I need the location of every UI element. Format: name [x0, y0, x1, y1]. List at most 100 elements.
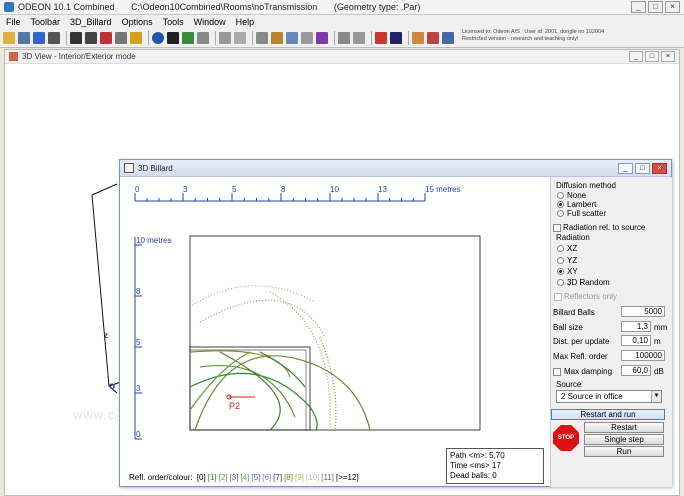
diffusion-none-radio[interactable] [557, 192, 564, 199]
job-list-icon[interactable] [338, 31, 350, 44]
multi-point-icon[interactable] [316, 31, 328, 44]
print-icon[interactable] [48, 31, 60, 44]
radiation-xz-radio[interactable] [557, 245, 564, 252]
legend-item: [1] [207, 473, 217, 482]
toolbar-separator [371, 30, 372, 45]
maximize-button[interactable]: □ [648, 1, 663, 13]
room-setup-icon[interactable] [390, 31, 402, 44]
billard-balls-input[interactable]: 5000 [621, 306, 665, 317]
billard-minimize-button[interactable]: _ [618, 163, 633, 174]
minimize-button[interactable]: _ [631, 1, 646, 13]
restart-and-run-button[interactable]: Restart and run [551, 409, 665, 420]
window-controls: _ □ × [631, 1, 680, 13]
diffusion-full-scatter-radio[interactable] [557, 210, 564, 217]
source-p2: P2 [226, 394, 255, 411]
app-name: ODEON 10.1 Combined [18, 2, 115, 12]
menu-tools[interactable]: Tools [163, 17, 184, 27]
auralisation-icon[interactable] [353, 31, 365, 44]
menu-help[interactable]: Help [236, 17, 255, 27]
3d-view-maximize-button[interactable]: □ [645, 51, 659, 62]
max-refl-order-label: Max Refl. order [553, 352, 608, 361]
diffusion-lambert-radio[interactable] [557, 201, 564, 208]
grid-response-icon[interactable] [286, 31, 298, 44]
ball-size-input[interactable]: 1,3 [621, 321, 651, 332]
odeon-app-icon [4, 2, 14, 12]
3d-view-minimize-button[interactable]: _ [629, 51, 643, 62]
radiation-yz-radio[interactable] [557, 257, 564, 264]
y-tick-label: 3 [136, 384, 141, 393]
grid-icon[interactable] [234, 31, 246, 44]
license-line-1: Licensed to: Odeon A/S : User id: 2001, … [462, 29, 605, 35]
3d-view-icon[interactable] [100, 31, 112, 44]
3d-view-title: 3D View - Interior/Exterior mode [22, 52, 136, 61]
run-button[interactable]: Run [584, 446, 664, 457]
tools-icon[interactable] [256, 31, 268, 44]
ball-trails [189, 285, 371, 431]
save-icon[interactable] [33, 31, 45, 44]
close-button[interactable]: × [665, 1, 680, 13]
menu-file[interactable]: File [6, 17, 21, 27]
radiation-3d-random-label: 3D Random [567, 278, 610, 287]
3d-billard-window: 3D Billard _ □ × 0 3 5 8 10 13 15 metres 10 me… [119, 159, 672, 487]
billard-title: 3D Billard [138, 163, 173, 173]
trail-order-9c [269, 291, 331, 431]
dist-per-update-input[interactable]: 0,10 [621, 335, 651, 346]
odeon-logo-icon[interactable] [412, 31, 424, 44]
room-edge-left [91, 194, 118, 394]
browse-icon[interactable] [18, 31, 30, 44]
diffusion-lambert-label: Lambert [567, 200, 597, 209]
single-step-button[interactable]: Single step [584, 434, 664, 445]
room-path: C:\Odeon10Combined\Rooms\noTransmission [131, 2, 318, 12]
speaker-icon[interactable] [219, 31, 231, 44]
3d-view-close-button[interactable]: × [661, 51, 675, 62]
legend-item: [11] [321, 473, 334, 482]
trail-order-8 [194, 355, 371, 431]
source-receiver-icon[interactable] [271, 31, 283, 44]
radiation-rel-checkbox[interactable] [553, 224, 561, 232]
reflectors-only-checkbox[interactable] [554, 293, 562, 301]
radiation-3d-random-radio[interactable] [557, 279, 564, 286]
toolbar-separator [408, 30, 409, 45]
max-damping-input[interactable]: 60,0 [621, 365, 651, 376]
edit-icon[interactable] [115, 31, 127, 44]
reflector-icon[interactable] [301, 31, 313, 44]
max-damping-checkbox[interactable] [553, 368, 561, 376]
menu-3d-billard[interactable]: 3D_Billard [70, 17, 112, 27]
restart-button[interactable]: Restart [584, 422, 664, 433]
surface-list-icon[interactable] [85, 31, 97, 44]
trail-order-4 [219, 351, 281, 431]
calculator-icon[interactable] [167, 31, 179, 44]
radiation-yz-label: YZ [567, 256, 578, 265]
y-tick-label: 5 [136, 338, 141, 347]
clipboard-icon[interactable] [197, 31, 209, 44]
radiation-xy-radio[interactable] [557, 268, 564, 275]
chevron-down-icon[interactable]: ▼ [651, 391, 661, 402]
billard-close-button[interactable]: × [652, 163, 667, 174]
billard-title-bar: 3D Billard [120, 160, 671, 177]
3d-billard-icon[interactable] [130, 31, 142, 44]
stop-button[interactable]: STOP [553, 425, 579, 451]
material-list-icon[interactable] [70, 31, 82, 44]
billard-maximize-button[interactable]: □ [635, 163, 650, 174]
open-folder-icon[interactable] [3, 31, 15, 44]
watermark-text: www.c [73, 407, 116, 422]
run-icon[interactable] [182, 31, 194, 44]
3d-view-controls: _ □ × [629, 51, 675, 62]
billard-canvas[interactable]: 0 3 5 8 10 13 15 metres 10 metres8530 P2 [120, 177, 548, 487]
menu-toolbar[interactable]: Toolbar [31, 17, 61, 27]
billard-status-box: Path <m>: 5,70 Time <ms> 17 Dead balls: … [446, 448, 544, 484]
x-tick-label: 3 [183, 185, 188, 194]
billard-balls-label: Billard Balls [553, 308, 595, 317]
legend-item: [7] [273, 473, 283, 482]
menu-options[interactable]: Options [122, 17, 153, 27]
help-book-icon[interactable] [427, 31, 439, 44]
source-select[interactable]: 2 Source in office ▼ [556, 390, 662, 403]
compare-icon[interactable] [375, 31, 387, 44]
info-icon[interactable] [152, 31, 164, 44]
menu-window[interactable]: Window [194, 17, 226, 27]
max-refl-order-input[interactable]: 100000 [621, 350, 665, 361]
toolbar: Licensed to: Odeon A/S : User id: 2001, … [0, 28, 684, 48]
menu-bar: File Toolbar 3D_Billard Options Tools Wi… [0, 15, 684, 28]
max-damping-unit: dB [654, 367, 664, 376]
x-tick-label: 0 [135, 185, 140, 194]
